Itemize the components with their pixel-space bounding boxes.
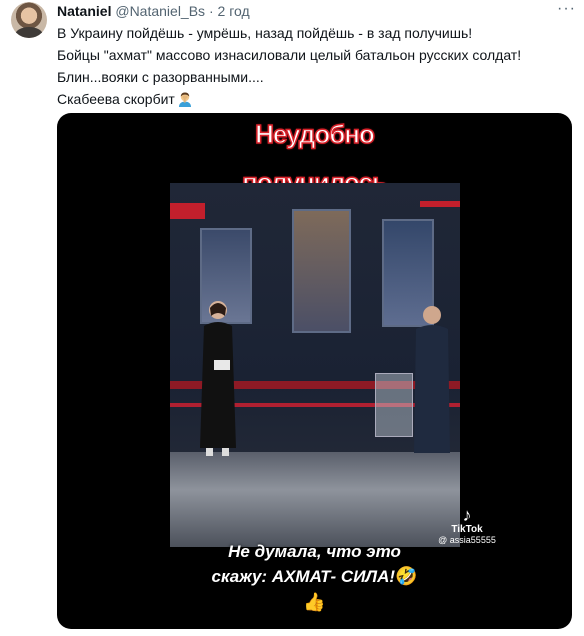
rofl-emoji-icon: 🤣	[395, 566, 418, 586]
studio-podium	[375, 373, 413, 437]
avatar[interactable]	[11, 2, 47, 38]
caption-top-line1: Неудобно	[254, 118, 375, 150]
tiktok-logo-icon: ♪	[462, 505, 472, 525]
avatar-shoulders	[15, 27, 43, 38]
tweet-text-line-with-emoji: Скабеева скорбит	[57, 88, 572, 110]
studio-screen	[292, 209, 351, 333]
caption-bottom-line2-wrap: скажу: АХМАТ- СИЛА!🤣	[57, 565, 572, 588]
presenter-figure	[200, 301, 236, 456]
author-handle[interactable]: @Nataniel_Bs	[115, 3, 205, 19]
facepalm-person-emoji-icon	[178, 92, 191, 107]
studio-red-light	[420, 201, 460, 207]
video-media[interactable]: Неудобно получилось ♪ TikTok @ assia5555…	[57, 113, 572, 629]
tiktok-watermark: ♪ TikTok @ assia55555	[427, 506, 507, 546]
video-frame	[170, 183, 460, 547]
thumbs-up-emoji-icon: 👍	[303, 592, 326, 612]
tweet-header: Nataniel @Nataniel_Bs · 2 год	[57, 3, 250, 19]
tweet-text-line: Блин...вояки с разорванными....	[57, 69, 264, 85]
separator-dot: ·	[208, 3, 214, 19]
guest-figure	[414, 306, 450, 453]
studio-floor	[170, 452, 460, 547]
caption-bottom-line1: Не думала, что это	[228, 542, 401, 561]
tiktok-brand: TikTok	[451, 524, 483, 535]
tweet-text-line: Скабеева скорбит	[57, 91, 175, 107]
caption-bottom-line2: скажу: АХМАТ- СИЛА!	[211, 567, 396, 586]
author-name[interactable]: Nataniel	[57, 3, 111, 19]
more-options-icon[interactable]: ···	[557, 0, 576, 18]
tweet-text-line: В Украину пойдёшь - умрёшь, назад пойдёш…	[57, 25, 473, 41]
tweet[interactable]: Nataniel @Nataniel_Bs · 2 год ··· В Укра…	[0, 0, 584, 636]
timestamp[interactable]: 2 год	[218, 3, 250, 19]
studio-red-logo-bar	[170, 203, 205, 219]
tweet-text: В Украину пойдёшь - умрёшь, назад пойдёш…	[57, 22, 572, 110]
tweet-text-line: Бойцы "ахмат" массово изнасиловали целый…	[57, 47, 522, 63]
